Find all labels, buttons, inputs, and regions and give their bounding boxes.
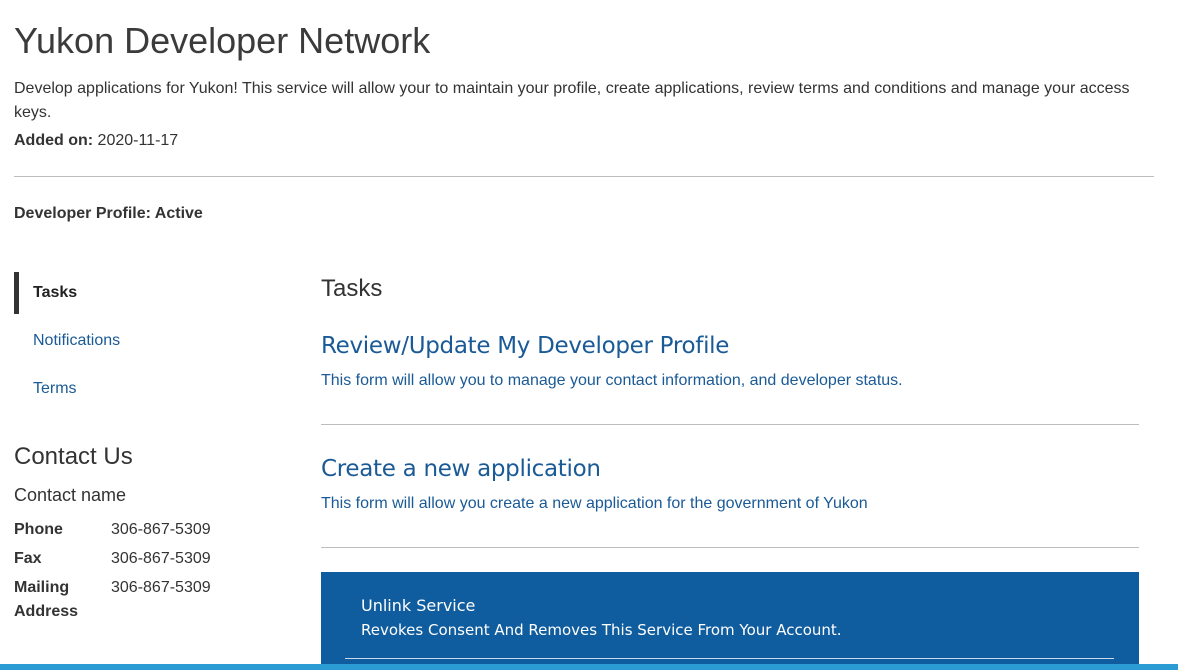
- contact-name: Contact name: [14, 485, 127, 505]
- unlink-service-description: Revokes Consent And Removes This Service…: [361, 621, 842, 639]
- page-title: Yukon Developer Network: [14, 20, 431, 61]
- task-create-application-link[interactable]: Create a new application: [321, 454, 1139, 484]
- sidebar-nav: Tasks Notifications Terms: [14, 270, 274, 414]
- task-review-profile: Review/Update My Developer Profile This …: [321, 331, 1139, 392]
- developer-profile-status: Developer Profile: Active: [14, 205, 203, 222]
- added-on-value: 2020-11-17: [97, 132, 179, 149]
- sidebar-item-notifications[interactable]: Notifications: [14, 318, 274, 366]
- bottom-bar: [0, 664, 1178, 670]
- unlink-service-panel[interactable]: Unlink Service Revokes Consent And Remov…: [321, 572, 1139, 670]
- task-divider: [321, 547, 1139, 548]
- added-on: Added on: 2020-11-17: [14, 130, 178, 152]
- phone-label: Phone: [14, 521, 63, 538]
- mailing-address-value: 306-867-5309: [111, 579, 211, 596]
- task-divider: [321, 424, 1139, 425]
- contact-heading: Contact Us: [14, 443, 133, 470]
- contact-details: Phone 306-867-5309 Fax 306-867-5309 Mail…: [14, 518, 211, 629]
- header-divider: [14, 176, 1154, 177]
- tasks-heading: Tasks: [321, 275, 383, 302]
- sidebar-item-tasks[interactable]: Tasks: [14, 270, 274, 318]
- contact-row-mailing: Mailing Address 306-867-5309: [14, 576, 211, 624]
- fax-label: Fax: [14, 550, 42, 567]
- task-review-profile-description[interactable]: This form will allow you to manage your …: [321, 370, 1139, 392]
- contact-row-phone: Phone 306-867-5309: [14, 518, 211, 542]
- sidebar-item-terms[interactable]: Terms: [14, 366, 274, 414]
- phone-value: 306-867-5309: [111, 521, 211, 538]
- task-create-application: Create a new application This form will …: [321, 454, 1139, 515]
- task-review-profile-link[interactable]: Review/Update My Developer Profile: [321, 331, 1139, 361]
- fax-value: 306-867-5309: [111, 550, 211, 567]
- page: Yukon Developer Network Develop applicat…: [0, 0, 1178, 670]
- mailing-address-label: Mailing Address: [14, 579, 79, 620]
- task-create-application-description[interactable]: This form will allow you create a new ap…: [321, 493, 1139, 515]
- unlink-divider: [345, 658, 1114, 659]
- contact-row-fax: Fax 306-867-5309: [14, 547, 211, 571]
- added-on-label: Added on:: [14, 132, 94, 149]
- service-description: Develop applications for Yukon! This ser…: [14, 80, 1130, 121]
- unlink-service-title[interactable]: Unlink Service: [361, 596, 475, 616]
